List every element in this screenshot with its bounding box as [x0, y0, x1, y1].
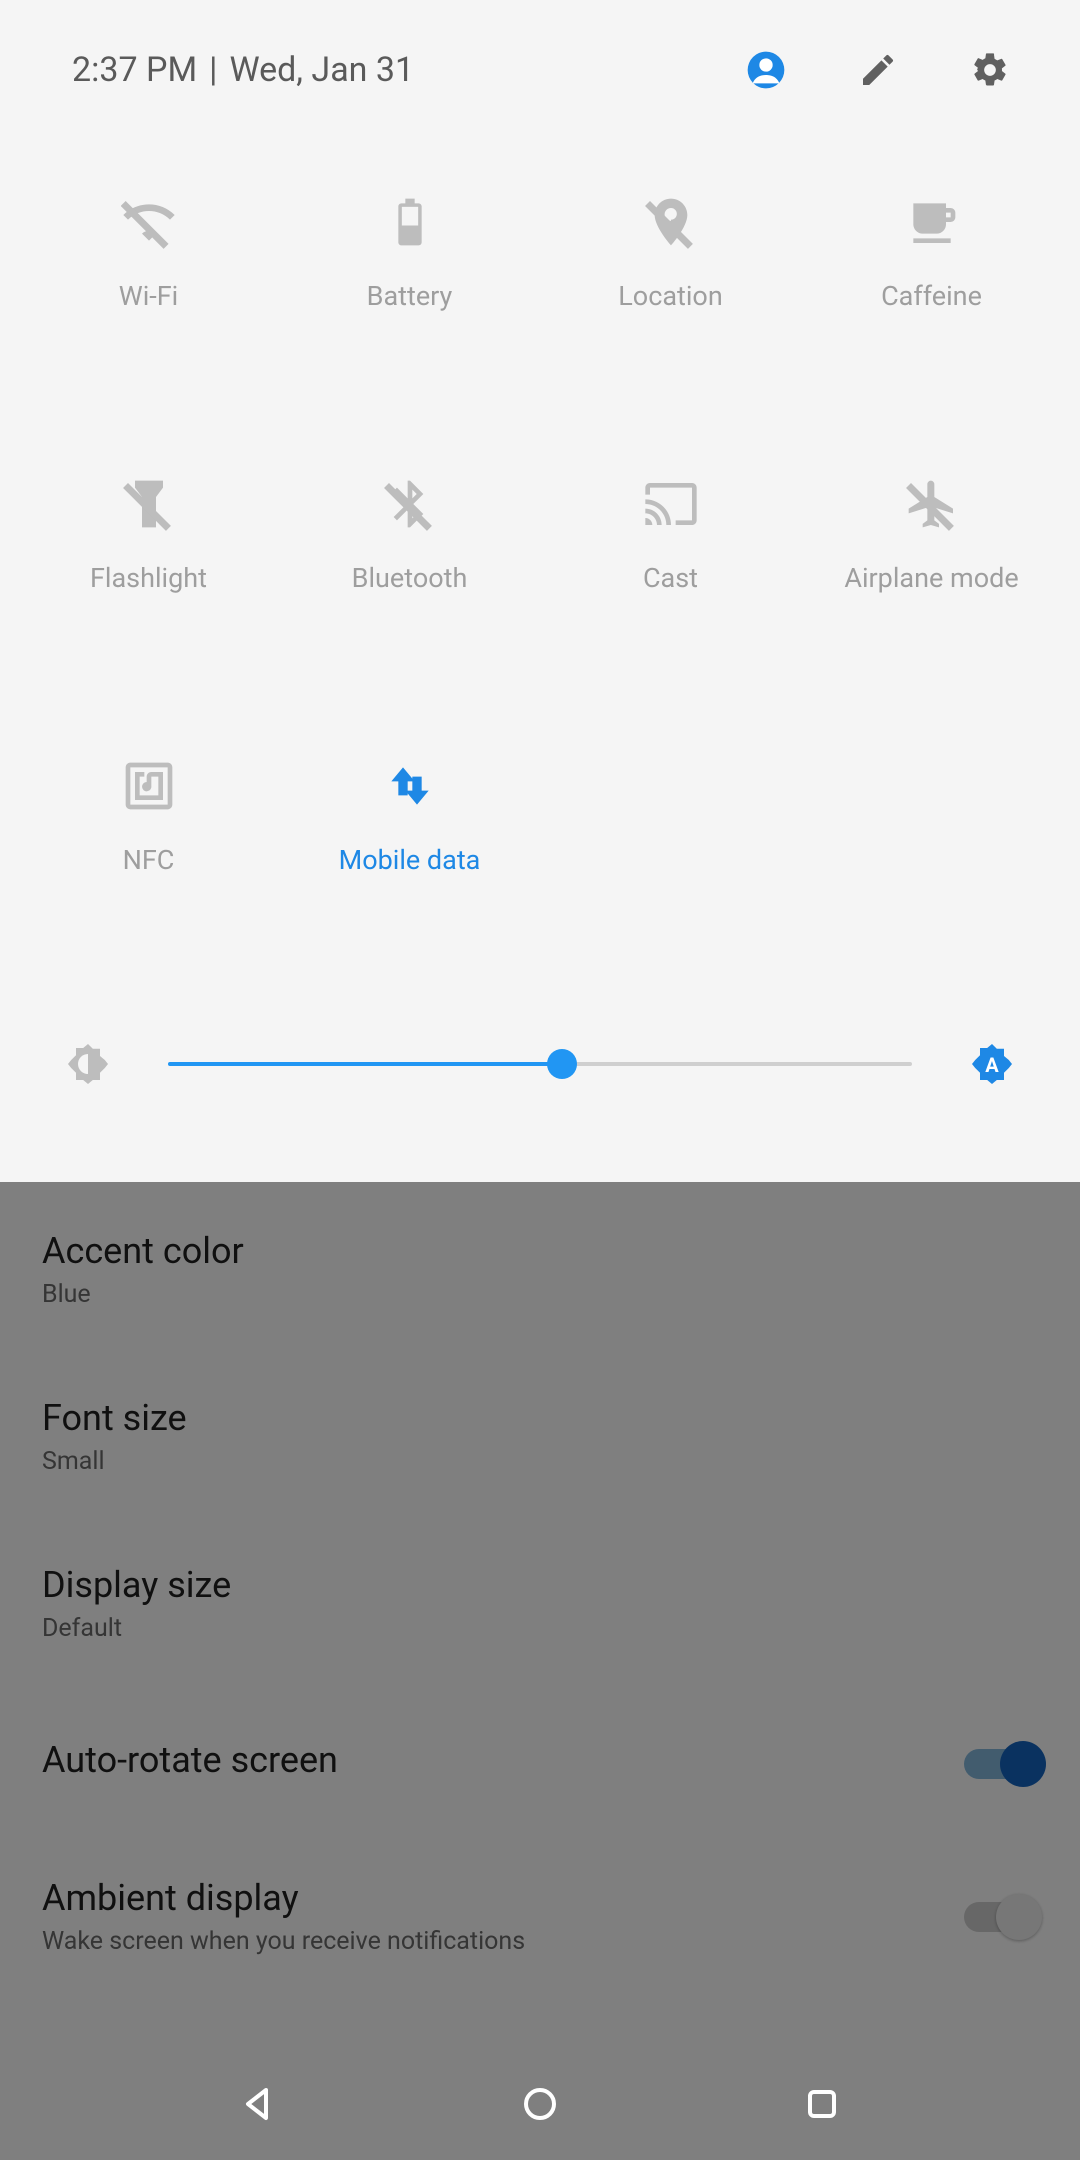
- bluetooth-off-icon: [382, 476, 438, 532]
- tile-label: Bluetooth: [352, 562, 468, 594]
- tile-label: Location: [618, 280, 722, 312]
- settings-icon[interactable]: [970, 50, 1010, 90]
- qs-header-datetime: 2:37 PM | Wed, Jan 31: [72, 50, 746, 90]
- brightness-auto-icon[interactable]: A: [968, 1040, 1016, 1088]
- nav-home-icon[interactable]: [516, 2080, 564, 2128]
- location-off-icon: [643, 194, 699, 250]
- flashlight-off-icon: [121, 476, 177, 532]
- tile-label: Cast: [643, 562, 698, 594]
- nav-back-icon[interactable]: [234, 2080, 282, 2128]
- brightness-low-icon: [64, 1040, 112, 1088]
- nav-recent-icon[interactable]: [798, 2080, 846, 2128]
- tile-nfc[interactable]: NFC: [18, 758, 279, 876]
- qs-time: 2:37 PM: [72, 50, 197, 90]
- quick-settings-panel: 2:37 PM | Wed, Jan 31 Wi-Fi: [0, 0, 1080, 1182]
- tile-label: NFC: [123, 844, 175, 876]
- brightness-row: A: [0, 1040, 1080, 1182]
- user-icon[interactable]: [746, 50, 786, 90]
- tile-label: Flashlight: [90, 562, 207, 594]
- mobile-data-icon: [382, 758, 438, 814]
- tile-location[interactable]: Location: [540, 194, 801, 312]
- tile-caffeine[interactable]: Caffeine: [801, 194, 1062, 312]
- brightness-slider-thumb[interactable]: [547, 1049, 577, 1079]
- tile-label: Mobile data: [339, 844, 481, 876]
- qs-header: 2:37 PM | Wed, Jan 31: [0, 0, 1080, 130]
- cast-icon: [643, 476, 699, 532]
- airplane-off-icon: [904, 476, 960, 532]
- qs-header-actions: [746, 50, 1024, 90]
- tile-bluetooth[interactable]: Bluetooth: [279, 476, 540, 594]
- tile-label: Wi-Fi: [119, 280, 178, 312]
- tile-mobile-data[interactable]: Mobile data: [279, 758, 540, 876]
- nfc-icon: [121, 758, 177, 814]
- tile-label: Airplane mode: [844, 562, 1018, 594]
- tile-label: Battery: [367, 280, 453, 312]
- wifi-off-icon: [121, 194, 177, 250]
- nav-bar: [0, 2048, 1080, 2160]
- tile-battery[interactable]: Battery: [279, 194, 540, 312]
- qs-tiles: Wi-Fi Battery Location Caffeine: [0, 130, 1080, 916]
- scrim[interactable]: [0, 1182, 1080, 2160]
- tile-label: Caffeine: [881, 280, 982, 312]
- tile-wifi[interactable]: Wi-Fi: [18, 194, 279, 312]
- svg-text:A: A: [985, 1053, 999, 1077]
- coffee-icon: [904, 194, 960, 250]
- qs-sep: |: [209, 50, 217, 90]
- battery-icon: [382, 194, 438, 250]
- tile-flashlight[interactable]: Flashlight: [18, 476, 279, 594]
- edit-icon[interactable]: [858, 50, 898, 90]
- qs-date: Wed, Jan 31: [229, 50, 414, 90]
- tile-airplane[interactable]: Airplane mode: [801, 476, 1062, 594]
- brightness-slider[interactable]: [168, 1062, 912, 1066]
- tile-cast[interactable]: Cast: [540, 476, 801, 594]
